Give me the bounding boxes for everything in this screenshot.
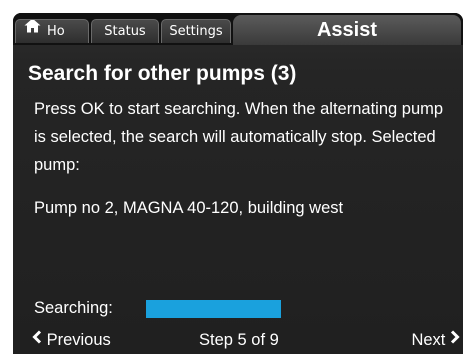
previous-button[interactable]: Previous	[32, 330, 111, 350]
tab-home-label: Ho	[47, 24, 65, 39]
tab-home[interactable]: Ho	[15, 19, 89, 43]
pump-display-screen: Ho Status Settings Assist Search for oth…	[13, 13, 463, 354]
tab-settings-label: Settings	[169, 24, 223, 39]
search-progress-fill	[146, 300, 281, 318]
home-icon	[24, 20, 41, 42]
chevron-right-icon	[450, 330, 460, 349]
previous-label: Previous	[46, 331, 111, 349]
tab-status-label: Status	[104, 24, 146, 39]
instruction-text: Press OK to start searching. When the al…	[34, 100, 444, 174]
wizard-footer: Previous Step 5 of 9 Next	[13, 330, 463, 354]
tab-bar: Ho Status Settings Assist	[13, 13, 463, 45]
tab-settings[interactable]: Settings	[161, 19, 231, 43]
chevron-left-icon	[32, 330, 42, 349]
next-button[interactable]: Next	[411, 330, 460, 350]
selected-pump-text: Pump no 2, MAGNA 40-120, building west	[34, 199, 344, 217]
search-progress-bar	[146, 300, 391, 318]
next-label: Next	[411, 331, 446, 349]
step-indicator: Step 5 of 9	[199, 331, 279, 349]
tab-assist-label: Assist	[316, 19, 378, 41]
page-title: Search for other pumps (3)	[28, 62, 297, 85]
searching-label: Searching:	[34, 299, 113, 317]
tab-assist[interactable]: Assist	[233, 15, 461, 45]
tab-status[interactable]: Status	[91, 19, 159, 43]
